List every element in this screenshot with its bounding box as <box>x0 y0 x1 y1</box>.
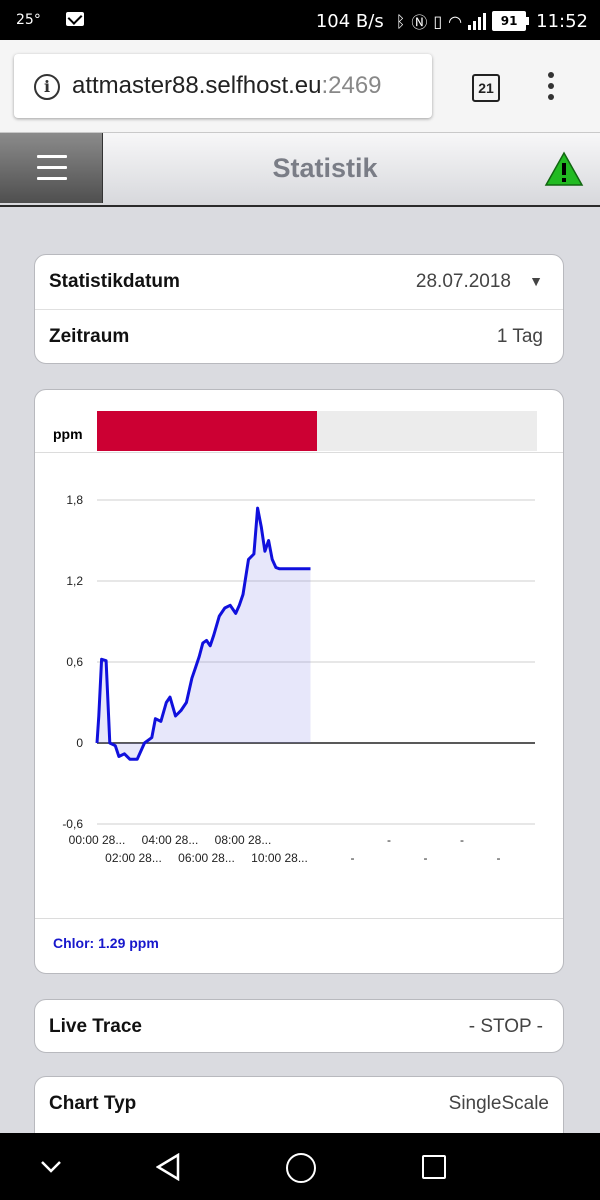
date-row[interactable]: Statistikdatum 28.07.2018 ▼ <box>35 255 563 310</box>
live-trace-card[interactable]: Live Trace - STOP - <box>34 999 564 1053</box>
settings-card: Statistikdatum 28.07.2018 ▼ Zeitraum 1 T… <box>34 254 564 364</box>
bluetooth-icon: ᛒ <box>395 11 406 31</box>
divider <box>35 918 563 919</box>
temperature-text: 25° <box>16 12 41 28</box>
chart-range-fill <box>97 411 317 451</box>
status-right: 104 B/s ᛒ Ⓝ ▯ ◠ 91 11:52 <box>316 9 588 33</box>
live-trace-label: Live Trace <box>49 1016 142 1037</box>
x-tick-label: 04:00 28... <box>142 833 199 847</box>
chart-card: ppm 1,8 1,2 0,6 0 -0,6 00:00 28... 04:00 28...… <box>34 389 564 974</box>
date-value[interactable]: 28.07.2018 <box>416 271 511 293</box>
chart-type-label: Chart Typ <box>49 1093 137 1114</box>
y-tick-label: 0 <box>76 736 83 750</box>
date-label: Statistikdatum <box>49 271 180 292</box>
home-icon[interactable] <box>286 1153 316 1183</box>
wifi-icon: ◠ <box>448 11 463 31</box>
live-trace-row[interactable]: Live Trace - STOP - <box>35 1000 563 1052</box>
app-header: Statistik <box>0 133 600 207</box>
x-tick-label: - <box>351 851 355 865</box>
y-tick-label: 1,8 <box>66 493 83 507</box>
warning-icon[interactable] <box>544 151 584 187</box>
x-tick-label: - <box>387 833 391 847</box>
url-host: attmaster88.selfhost.eu <box>72 72 322 99</box>
battery-icon: 91 <box>492 11 530 31</box>
browser-toolbar: i attmaster88.selfhost.eu:2469 21 <box>0 40 600 133</box>
mail-icon <box>66 12 84 26</box>
chart-range-bar[interactable] <box>97 411 537 451</box>
x-tick-label: - <box>424 851 428 865</box>
x-tick-label: - <box>497 851 501 865</box>
x-tick-label: 08:00 28... <box>215 833 272 847</box>
x-tick-label: 02:00 28... <box>105 851 162 865</box>
x-tick-label: - <box>460 833 464 847</box>
period-label: Zeitraum <box>49 326 130 347</box>
nfc-icon: Ⓝ <box>411 13 428 32</box>
tab-switcher-button[interactable]: 21 <box>472 74 500 102</box>
x-tick-label: 06:00 28... <box>178 851 235 865</box>
url-port: :2469 <box>321 72 382 99</box>
navigation-bar <box>0 1133 600 1200</box>
page-title: Statistik <box>272 153 378 183</box>
url-bar[interactable]: i attmaster88.selfhost.eu:2469 <box>14 54 432 118</box>
url-text[interactable]: attmaster88.selfhost.eu:2469 <box>72 72 427 100</box>
y-tick-label: -0,6 <box>62 817 83 831</box>
chart-type-value[interactable]: SingleScale <box>449 1093 549 1115</box>
status-bar: 25° 104 B/s ᛒ Ⓝ ▯ ◠ 91 11:52 <box>0 0 600 40</box>
y-tick-label: 1,2 <box>66 574 83 588</box>
x-tick-label: 10:00 28... <box>251 851 308 865</box>
x-tick-label: 00:00 28... <box>69 833 126 847</box>
clock: 11:52 <box>536 10 588 32</box>
series-area <box>97 508 311 760</box>
chart-unit-label: ppm <box>53 426 83 442</box>
recent-apps-icon[interactable] <box>422 1155 446 1179</box>
vibrate-icon: ▯ <box>433 11 443 31</box>
overflow-menu-icon[interactable] <box>548 72 556 105</box>
net-speed: 104 B/s <box>315 10 384 32</box>
back-icon[interactable] <box>156 1153 180 1181</box>
live-trace-value[interactable]: - STOP - <box>469 1016 543 1038</box>
period-row[interactable]: Zeitraum 1 Tag <box>35 310 563 363</box>
y-tick-label: 0,6 <box>66 655 83 669</box>
dropdown-arrow-icon[interactable]: ▼ <box>529 273 543 289</box>
chart-reading: Chlor: 1.29 ppm <box>53 935 159 951</box>
info-icon[interactable]: i <box>34 74 60 100</box>
chevron-down-icon[interactable] <box>40 1155 62 1177</box>
line-chart[interactable]: 1,8 1,2 0,6 0 -0,6 00:00 28... 04:00 28... 08:0… <box>35 452 564 912</box>
chart-type-row[interactable]: Chart Typ SingleScale <box>35 1077 563 1131</box>
period-value[interactable]: 1 Tag <box>497 326 543 348</box>
signal-icon <box>468 12 487 30</box>
